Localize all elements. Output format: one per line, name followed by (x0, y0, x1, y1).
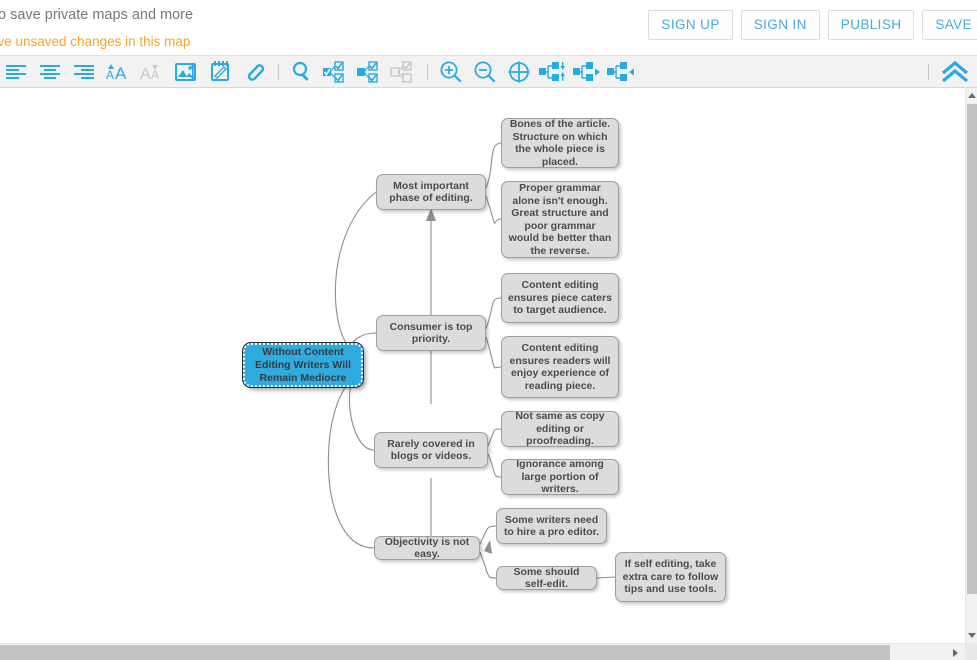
node-text: Some writers need to hire a pro editor. (503, 513, 600, 539)
vertical-scroll-thumb[interactable] (967, 104, 977, 594)
layout-vertical-icon[interactable] (536, 56, 570, 88)
mindmap-node-caters-target-audience[interactable]: Content editing ensures piece caters to … (501, 273, 619, 323)
node-text: Rarely covered in blogs or videos. (387, 437, 475, 463)
node-text: Ignorance among large portion of writers… (516, 458, 604, 496)
mindmap-node-not-same-as-copy-editing[interactable]: Not same as copy editing or proofreading… (501, 410, 619, 448)
align-center-icon[interactable] (34, 56, 68, 88)
node-text: Some should self-edit. (513, 565, 580, 591)
horizontal-scrollbar[interactable] (0, 643, 977, 660)
collapse-toolbar-icon[interactable] (935, 56, 975, 88)
select-all-nodes-icon[interactable] (319, 56, 353, 88)
increase-font-icon[interactable]: A A (102, 56, 136, 88)
select-siblings-icon[interactable] (387, 56, 421, 88)
node-text: Not same as copy editing or proofreading… (515, 410, 605, 448)
svg-text:A: A (115, 64, 127, 82)
node-text: Without Content Editing Writers Will Rem… (255, 345, 351, 384)
scrollbar-corner (965, 643, 977, 660)
arrow-head-branch (484, 540, 492, 554)
sign-up-button[interactable]: SIGN UP (648, 10, 733, 40)
horizontal-scroll-thumb[interactable] (0, 645, 890, 660)
node-text: Consumer is top priority. (389, 320, 473, 346)
toolbar-separator (272, 56, 285, 88)
insert-image-icon[interactable] (170, 56, 204, 88)
search-icon[interactable] (285, 56, 319, 88)
scroll-up-arrow-icon[interactable] (966, 88, 977, 103)
vertical-scrollbar[interactable] (965, 88, 977, 643)
decrease-font-icon[interactable]: A A (136, 56, 170, 88)
zoom-in-icon[interactable] (434, 56, 468, 88)
banner-message-unsaved: ave unsaved changes in this map (0, 34, 191, 49)
banner-message-primary: to save private maps and more (0, 7, 194, 23)
node-text: If self editing, take extra care to foll… (622, 558, 719, 596)
scroll-right-arrow-icon[interactable] (947, 644, 963, 660)
svg-text:A: A (106, 68, 114, 82)
mindmap-node-consumer-priority[interactable]: Consumer is top priority. (376, 315, 486, 351)
mindmap-canvas[interactable]: Without Content Editing Writers Will Rem… (0, 88, 965, 643)
top-action-buttons: SIGN UP SIGN IN PUBLISH SAVE (648, 10, 977, 40)
mindmap-connectors (327, 142, 616, 579)
layout-left-icon[interactable] (604, 56, 638, 88)
select-branch-icon[interactable] (353, 56, 387, 88)
node-text: Objectivity is not easy. (384, 535, 470, 561)
mindmap-root-node[interactable]: Without Content Editing Writers Will Rem… (242, 342, 364, 388)
svg-text:A: A (151, 68, 159, 82)
mindmap-node-most-important-phase[interactable]: Most important phase of editing. (376, 174, 486, 210)
node-text: Content editing ensures readers will enj… (509, 342, 611, 392)
node-text: Content editing ensures piece caters to … (508, 279, 612, 317)
zoom-fit-icon[interactable] (502, 56, 536, 88)
mindmap-node-proper-grammar[interactable]: Proper grammar alone isn't enough. Great… (501, 181, 619, 258)
node-text: Bones of the article. Structure on which… (509, 118, 611, 168)
mindmap-node-rarely-covered[interactable]: Rarely covered in blogs or videos. (374, 432, 488, 468)
node-text: Most important phase of editing. (389, 179, 473, 205)
node-text: Proper grammar alone isn't enough. Great… (508, 182, 612, 257)
align-left-icon[interactable] (0, 56, 34, 88)
scroll-down-arrow-icon[interactable] (966, 628, 977, 643)
save-button[interactable]: SAVE (922, 10, 977, 40)
mindmap-node-objectivity-not-easy[interactable]: Objectivity is not easy. (374, 536, 480, 560)
top-banner: to save private maps and more ave unsave… (0, 0, 977, 56)
mindmap-app: to save private maps and more ave unsave… (0, 0, 977, 660)
mindmap-node-some-should-self-edit[interactable]: Some should self-edit. (496, 566, 597, 590)
toolbar-separator (922, 56, 935, 88)
mindmap-node-readers-enjoy-experience[interactable]: Content editing ensures readers will enj… (501, 336, 619, 398)
publish-button[interactable]: PUBLISH (827, 10, 915, 40)
toolbar-separator (421, 56, 434, 88)
sign-in-button[interactable]: SIGN IN (740, 10, 820, 40)
align-right-icon[interactable] (68, 56, 102, 88)
mindmap-node-bones-of-article[interactable]: Bones of the article. Structure on which… (501, 118, 619, 168)
layout-right-icon[interactable] (570, 56, 604, 88)
mindmap-node-hire-pro-editor[interactable]: Some writers need to hire a pro editor. (496, 508, 607, 544)
add-note-icon[interactable] (204, 56, 238, 88)
mindmap-node-self-editing-tips[interactable]: If self editing, take extra care to foll… (615, 552, 726, 602)
editor-toolbar: A A A A (0, 56, 977, 88)
svg-text:A: A (140, 66, 151, 82)
zoom-out-icon[interactable] (468, 56, 502, 88)
mindmap-node-ignorance-among-writers[interactable]: Ignorance among large portion of writers… (501, 458, 619, 496)
add-attachment-icon[interactable] (238, 56, 272, 88)
